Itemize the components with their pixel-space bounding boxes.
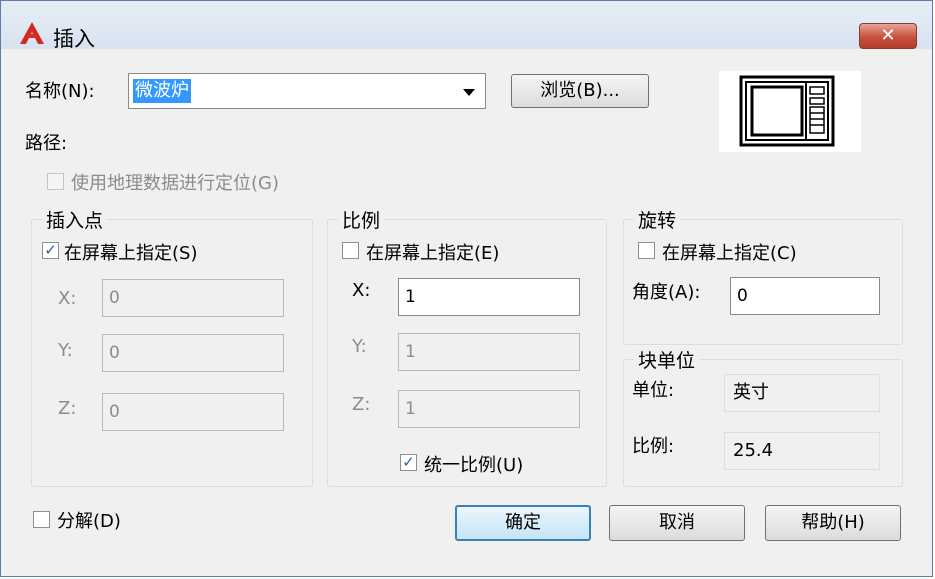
factor-label: 比例: [632, 436, 675, 457]
scale-z-label: Z: [352, 394, 371, 415]
scale-title: 比例 [338, 206, 385, 233]
help-button[interactable]: 帮助(H) [765, 505, 901, 541]
browse-button[interactable]: 浏览(B)... [511, 74, 649, 108]
block-name-value: 微波炉 [133, 79, 191, 103]
scale-z-input: 1 [398, 390, 580, 428]
insert-point-title: 插入点 [42, 206, 108, 233]
insert-y-label: Y: [58, 340, 73, 361]
insert-dialog: 插入 ✕ 名称(N): 微波炉 浏览(B)... 路径: 使用地理数据进行定位(… [0, 0, 933, 577]
factor-value: 25.4 [724, 432, 880, 470]
scale-y-label: Y: [352, 336, 367, 357]
unit-value: 英寸 [724, 374, 880, 412]
insert-z-label: Z: [58, 398, 77, 419]
explode-label: 分解(D) [57, 511, 121, 532]
rotation-title: 旋转 [634, 206, 681, 233]
rotation-specify-label: 在屏幕上指定(C) [662, 243, 797, 264]
checkmark-icon: ✓ [402, 453, 415, 471]
scale-specify-checkbox[interactable] [342, 242, 359, 259]
geo-location-checkbox [47, 173, 64, 190]
scale-x-input[interactable]: 1 [398, 278, 580, 316]
uniform-scale-label: 统一比例(U) [424, 455, 524, 476]
angle-input[interactable]: 0 [730, 277, 880, 315]
angle-label: 角度(A): [632, 282, 701, 303]
dropdown-arrow-icon[interactable] [463, 89, 475, 96]
title-bar: 插入 ✕ [1, 1, 932, 51]
checkmark-icon: ✓ [44, 241, 57, 259]
scale-x-label: X: [352, 280, 371, 301]
scale-y-input: 1 [398, 333, 580, 371]
insert-x-input: 0 [102, 279, 284, 317]
block-name-combobox[interactable]: 微波炉 [128, 73, 486, 109]
dialog-body: 名称(N): 微波炉 浏览(B)... 路径: 使用地理数据进行定位(G) 插入… [11, 49, 924, 569]
unit-label: 单位: [632, 380, 675, 401]
rotation-group: 旋转 在屏幕上指定(C) 角度(A): 0 [623, 206, 903, 345]
name-label: 名称(N): [25, 81, 95, 102]
insert-x-label: X: [58, 288, 77, 309]
path-label: 路径: [25, 133, 68, 154]
block-preview [719, 71, 861, 152]
close-button[interactable]: ✕ [859, 23, 917, 49]
explode-checkbox[interactable] [33, 511, 50, 528]
autocad-app-icon [20, 22, 44, 44]
block-unit-title: 块单位 [634, 346, 700, 373]
insert-z-input: 0 [102, 393, 284, 431]
ok-button[interactable]: 确定 [455, 505, 591, 541]
scale-specify-label: 在屏幕上指定(E) [366, 243, 500, 264]
insert-point-specify-label: 在屏幕上指定(S) [64, 243, 198, 264]
geo-location-label: 使用地理数据进行定位(G) [71, 173, 279, 194]
microwave-preview-icon [739, 75, 835, 147]
rotation-specify-checkbox[interactable] [638, 242, 655, 259]
insert-point-group: 插入点 ✓ 在屏幕上指定(S) X: 0 Y: 0 Z: 0 [31, 206, 313, 487]
uniform-scale-checkbox[interactable]: ✓ [400, 454, 417, 471]
block-unit-group: 块单位 单位: 英寸 比例: 25.4 [623, 346, 903, 487]
scale-group: 比例 在屏幕上指定(E) X: 1 Y: 1 Z: 1 ✓ 统一比例(U) [327, 206, 607, 487]
close-icon: ✕ [880, 25, 896, 46]
insert-y-input: 0 [102, 334, 284, 372]
cancel-button[interactable]: 取消 [609, 505, 745, 541]
insert-point-specify-checkbox[interactable]: ✓ [42, 242, 59, 259]
